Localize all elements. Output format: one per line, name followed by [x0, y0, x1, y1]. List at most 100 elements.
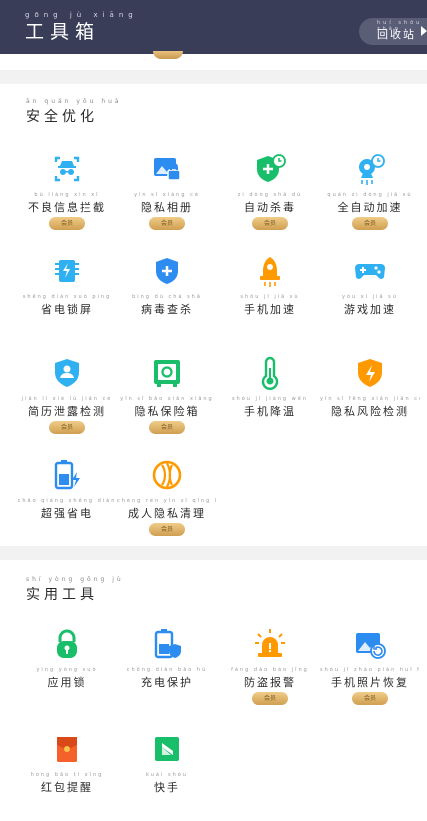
tool-label: 手机加速	[244, 303, 296, 316]
kuaishou-icon	[150, 732, 184, 766]
tool-tile-photo-lock[interactable]: yǐn sī xiàng cè 隐私相册会员	[117, 152, 217, 230]
tool-label: 自动杀毒	[244, 201, 296, 214]
tool-label-pinyin: yǐn sī fēng xiǎn jiǎn cè	[320, 396, 420, 402]
tool-label-pinyin: bìng dú chá shā	[132, 294, 202, 300]
shield-bolt-icon	[353, 356, 387, 390]
tool-label-pinyin: chōng diàn bǎo hù	[126, 667, 208, 673]
tool-label-pinyin: chéng rén yǐn sī qīng lǐ	[117, 498, 217, 504]
tool-label: 病毒查杀	[141, 303, 193, 316]
section-title-text: 安全优化	[26, 109, 98, 125]
photo-lock-icon	[150, 152, 184, 186]
lock-icon	[50, 627, 84, 661]
tool-tile-rocket[interactable]: shǒu jī jiā sù 手机加速	[220, 254, 320, 317]
tool-label-pinyin: shǒu jī jiā sù	[240, 294, 300, 300]
tool-label-pinyin: kuài shǒu	[146, 772, 188, 778]
tool-label: 简历泄露检测	[28, 405, 106, 418]
section-title-tools: shí yòng gōng jù 实用工具	[26, 576, 124, 604]
tool-label-pinyin: zì dòng shā dú	[237, 192, 303, 198]
tool-tile-lock[interactable]: yìng yòng suǒ 应用锁	[17, 627, 117, 690]
battery-chip-icon	[50, 254, 84, 288]
tool-tile-shield-bolt[interactable]: yǐn sī fēng xiǎn jiǎn cè 隐私风险检测	[320, 356, 420, 419]
recycle-bin-button[interactable]: huí shōu zhàn 回收站	[359, 18, 427, 45]
shield-clock-icon	[253, 152, 287, 186]
tool-label: 隐私保险箱	[134, 405, 200, 418]
tool-label: 全自动加速	[337, 201, 403, 214]
tool-tile-rocket-clock[interactable]: quán zì dòng jiā sù 全自动加速会员	[320, 152, 420, 230]
spy-icon	[50, 152, 84, 186]
member-badge: 会员	[352, 217, 388, 230]
chevron-right-icon	[421, 26, 427, 36]
battery-shield-icon	[150, 627, 184, 661]
section-divider	[0, 70, 427, 84]
tool-tile-thermometer[interactable]: shǒu jī jiàng wēn 手机降温	[220, 356, 320, 419]
red-packet-icon	[50, 732, 84, 766]
tool-label-pinyin: jiǎn lì xiè lù jiǎn cè	[21, 396, 113, 402]
tool-label-pinyin: chāo qiáng shěng diàn	[17, 498, 117, 504]
tool-tile-kuaishou[interactable]: kuài shǒu 快手	[117, 732, 217, 795]
tool-tile-battery-bolt[interactable]: chāo qiáng shěng diàn 超强省电	[17, 458, 117, 521]
tool-label: 应用锁	[47, 676, 87, 689]
gamepad-icon	[353, 254, 387, 288]
tool-label-pinyin: yóu xì jiā sù	[342, 294, 398, 300]
shield-user-icon	[50, 356, 84, 390]
member-badge: 会员	[149, 217, 185, 230]
tool-label: 红包提醒	[41, 781, 93, 794]
tool-label-pinyin: hóng bāo tí xǐng	[30, 772, 104, 778]
recycle-bin-label: 回收站	[377, 28, 416, 41]
tool-label-pinyin: fáng dào bào jǐng	[231, 667, 309, 673]
section-divider	[0, 546, 427, 560]
member-badge: 会员	[252, 217, 288, 230]
member-badge: 会员	[149, 523, 185, 536]
photo-restore-icon	[353, 627, 387, 661]
rocket-icon	[253, 254, 287, 288]
member-badge: 会员	[252, 692, 288, 705]
section-title-security: ān quán yōu huà 安全优化	[26, 98, 122, 126]
tool-label: 快手	[154, 781, 180, 794]
tool-label-pinyin: yǐn sī xiàng cè	[134, 192, 200, 198]
rocket-clock-icon	[353, 152, 387, 186]
tool-label-pinyin: bù liáng xìn xī	[34, 192, 100, 198]
tool-tile-shield-user[interactable]: jiǎn lì xiè lù jiǎn cè 简历泄露检测 会员	[17, 356, 117, 434]
thermometer-icon	[253, 356, 287, 390]
tool-tile-red-packet[interactable]: hóng bāo tí xǐng 红包提醒	[17, 732, 117, 795]
member-badge-partial	[153, 51, 183, 59]
safe-icon	[150, 356, 184, 390]
member-badge: 会员	[49, 217, 85, 230]
tool-label: 不良信息拦截	[28, 201, 106, 214]
member-badge: 会员	[149, 421, 185, 434]
section-title-text: 实用工具	[26, 587, 98, 603]
tool-tile-spy[interactable]: bù liáng xìn xī 不良信息拦截 会员	[17, 152, 117, 230]
tool-label-pinyin: shǒu jī jiàng wēn	[231, 396, 309, 402]
tool-label: 省电锁屏	[41, 303, 93, 316]
member-badge: 会员	[49, 421, 85, 434]
member-badge: 会员	[352, 692, 388, 705]
tool-label: 防盗报警	[244, 676, 296, 689]
tool-tile-battery-shield[interactable]: chōng diàn bǎo hù 充电保护	[117, 627, 217, 690]
top-bar: gōng jù xiāng 工具箱 huí shōu zhàn 回收站	[0, 0, 427, 54]
tool-label: 游戏加速	[344, 303, 396, 316]
tool-tile-photo-restore[interactable]: shǒu jī zhào piàn huī fù 手机照片恢复 会员	[320, 627, 420, 705]
tool-label: 隐私风险检测	[331, 405, 409, 418]
tool-label-pinyin: yǐn sī bǎo xiǎn xiāng	[120, 396, 214, 402]
section-title-pinyin: ān quán yōu huà	[26, 98, 122, 105]
tool-tile-shield-plus[interactable]: bìng dú chá shā 病毒查杀	[117, 254, 217, 317]
tool-label: 成人隐私清理	[128, 507, 206, 520]
tool-label-pinyin: shǒu jī zhào piàn huī fù	[320, 667, 420, 673]
tool-label: 超强省电	[41, 507, 93, 520]
tool-label-pinyin: quán zì dòng jiā sù	[327, 192, 413, 198]
tool-tile-gamepad[interactable]: yóu xì jiā sù 游戏加速	[320, 254, 420, 317]
tool-label: 手机照片恢复	[331, 676, 409, 689]
tool-label: 充电保护	[141, 676, 193, 689]
tool-tile-lens[interactable]: chéng rén yǐn sī qīng lǐ 成人隐私清理 会员	[117, 458, 217, 536]
tool-label-pinyin: shěng diàn suǒ píng	[22, 294, 112, 300]
tool-tile-safe[interactable]: yǐn sī bǎo xiǎn xiāng 隐私保险箱会员	[117, 356, 217, 434]
battery-bolt-icon	[50, 458, 84, 492]
tool-label-pinyin: yìng yòng suǒ	[36, 667, 98, 673]
tool-label: 手机降温	[244, 405, 296, 418]
tool-label: 隐私相册	[141, 201, 193, 214]
alarm-icon	[253, 627, 287, 661]
page-title: 工具箱	[25, 21, 101, 43]
tool-tile-alarm[interactable]: fáng dào bào jǐng 防盗报警会员	[220, 627, 320, 705]
tool-tile-shield-clock[interactable]: zì dòng shā dú 自动杀毒会员	[220, 152, 320, 230]
tool-tile-battery-chip[interactable]: shěng diàn suǒ píng 省电锁屏	[17, 254, 117, 317]
